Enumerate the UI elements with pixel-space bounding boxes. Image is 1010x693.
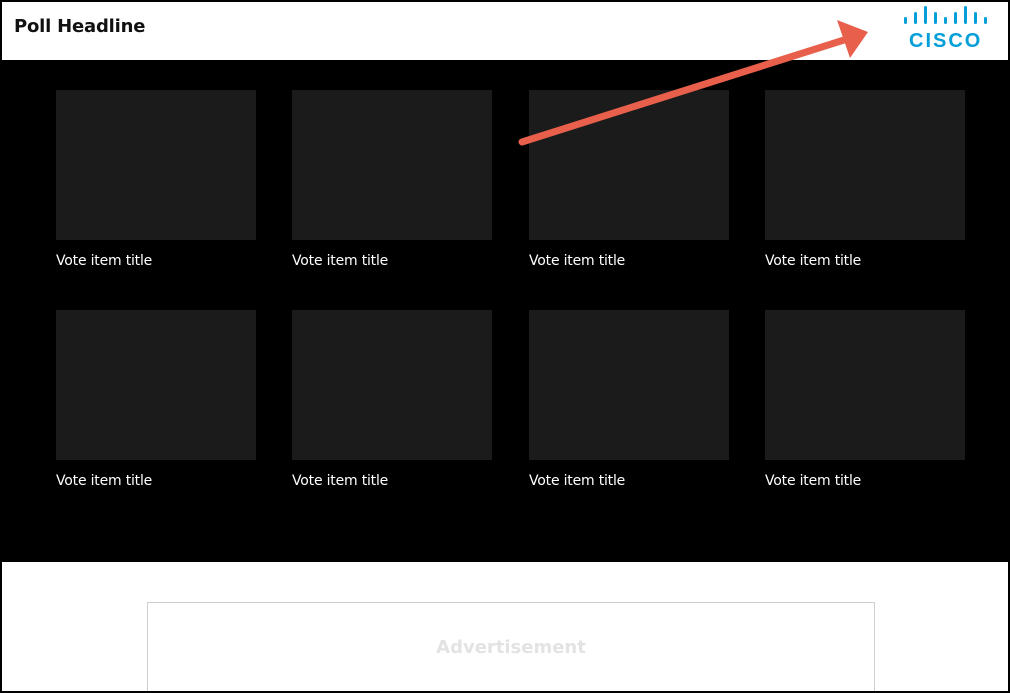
vote-item[interactable]: Vote item title [765,310,965,489]
vote-item-title[interactable]: Vote item title [529,253,729,269]
poll-header: Poll Headline CISCO [2,2,1008,60]
cisco-logo-bars-icon [904,6,987,24]
vote-item-title[interactable]: Vote item title [529,473,729,489]
vote-item-image[interactable] [292,310,492,460]
vote-grid: Vote item title Vote item title Vote ite… [2,60,1008,562]
vote-item-title[interactable]: Vote item title [765,253,965,269]
cisco-logo[interactable]: CISCO [900,6,992,54]
vote-item-image[interactable] [292,90,492,240]
vote-item[interactable]: Vote item title [292,310,492,489]
vote-item-image[interactable] [56,90,256,240]
vote-item-title[interactable]: Vote item title [56,253,256,269]
poll-headline: Poll Headline [14,16,146,37]
vote-item-image[interactable] [765,90,965,240]
vote-item-image[interactable] [529,90,729,240]
vote-item-image[interactable] [765,310,965,460]
vote-item[interactable]: Vote item title [529,310,729,489]
vote-item[interactable]: Vote item title [292,90,492,269]
vote-item-title[interactable]: Vote item title [292,473,492,489]
cisco-logo-text: CISCO [909,30,983,52]
vote-item-image[interactable] [56,310,256,460]
advertisement-label: Advertisement [436,637,586,658]
vote-item-image[interactable] [529,310,729,460]
page-frame: Poll Headline CISCO Vote item title Vote… [0,0,1010,693]
vote-item-title[interactable]: Vote item title [292,253,492,269]
vote-item-title[interactable]: Vote item title [56,473,256,489]
advertisement-slot[interactable]: Advertisement [147,602,875,691]
vote-item[interactable]: Vote item title [56,310,256,489]
vote-item[interactable]: Vote item title [765,90,965,269]
vote-item[interactable]: Vote item title [529,90,729,269]
vote-item[interactable]: Vote item title [56,90,256,269]
vote-item-title[interactable]: Vote item title [765,473,965,489]
